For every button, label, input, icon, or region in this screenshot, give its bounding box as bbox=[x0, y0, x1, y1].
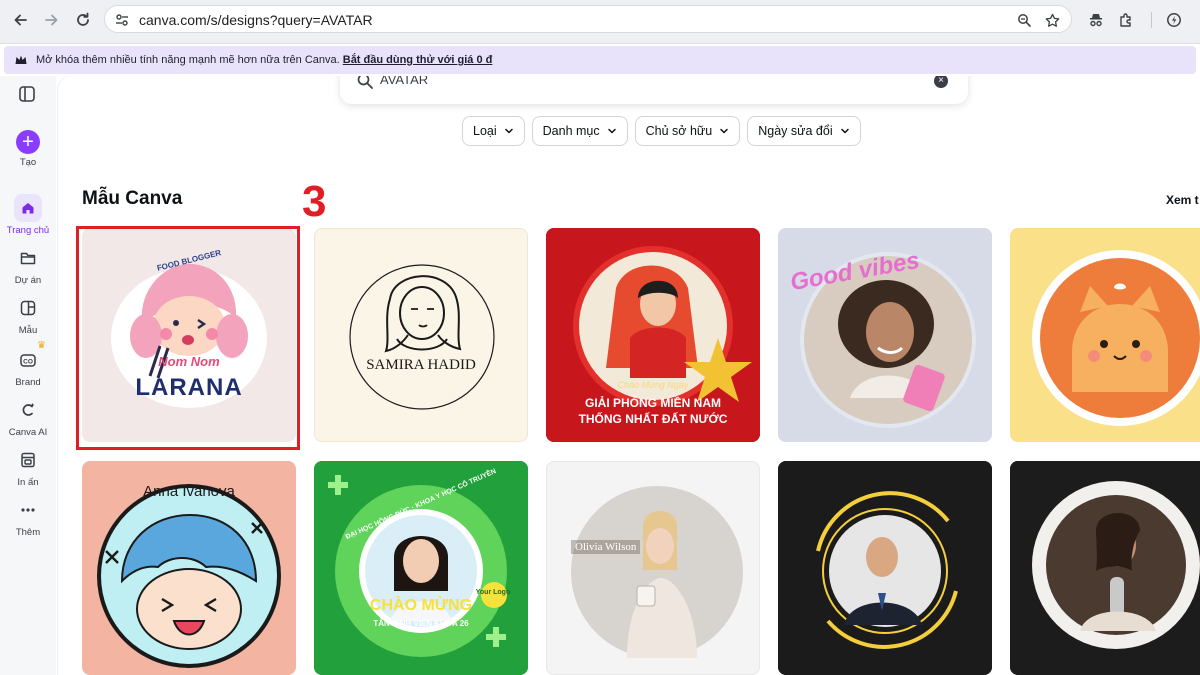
upgrade-banner-message: Mở khóa thêm nhiều tính năng mạnh mẽ hơn… bbox=[36, 54, 340, 66]
template-text: THỐNG NHẤT ĐẤT NƯỚC bbox=[578, 412, 728, 426]
template-text: SAMIRA HADID bbox=[366, 357, 476, 373]
template-text: Nom Nom bbox=[158, 354, 220, 369]
orange-cat-illustration bbox=[1032, 250, 1200, 426]
chevron-down-icon bbox=[504, 128, 513, 134]
section-title: Mẫu Canva bbox=[82, 188, 183, 209]
template-card-samira-hadid[interactable]: SAMIRA HADID bbox=[314, 228, 528, 442]
sidebar-item-label: Trang chủ bbox=[6, 225, 50, 236]
browser-toolbar: canva.com/s/designs?query=AVATAR bbox=[0, 0, 1200, 44]
upgrade-banner-text: Mở khóa thêm nhiều tính năng mạnh mẽ hơn… bbox=[36, 54, 492, 66]
template-icon bbox=[14, 294, 42, 322]
sidebar-item-label: Tạo bbox=[19, 157, 37, 168]
back-arrow-icon[interactable] bbox=[8, 7, 34, 33]
incognito-profile-icon[interactable] bbox=[1084, 8, 1108, 32]
template-text: LARANA bbox=[135, 374, 243, 401]
zoom-icon[interactable] bbox=[1015, 11, 1033, 29]
performance-icon[interactable] bbox=[1162, 8, 1186, 32]
address-bar[interactable]: canva.com/s/designs?query=AVATAR bbox=[104, 5, 1072, 33]
chevron-down-icon bbox=[840, 128, 849, 134]
template-card-orange-cat[interactable] bbox=[1010, 228, 1200, 442]
bookmark-star-icon[interactable] bbox=[1043, 11, 1061, 29]
sidebar-item-brand[interactable]: CO ♛ Brand bbox=[0, 340, 56, 388]
template-text: Your Logo bbox=[475, 589, 511, 596]
extensions-icon[interactable] bbox=[1114, 8, 1138, 32]
sidebar-item-create[interactable]: + Tạo bbox=[0, 130, 56, 168]
sidebar-item-canva-ai[interactable]: Canva AI bbox=[0, 396, 56, 438]
template-text: CHÀO MỪNG bbox=[369, 597, 473, 614]
canva-ai-icon bbox=[14, 396, 42, 424]
search-box[interactable]: AVATAR × bbox=[340, 76, 968, 104]
sidebar-item-print[interactable]: In ấn bbox=[0, 446, 56, 488]
singer-illustration bbox=[1010, 461, 1200, 675]
chevron-down-icon bbox=[720, 128, 728, 134]
template-card-anna-ivanova[interactable]: Anna Ivanova bbox=[82, 461, 296, 675]
template-card-chao-mung[interactable]: ĐẠI HỌC HỒNG ĐỨC · KHOA Y HỌC CỔ TRUYỀN … bbox=[314, 461, 528, 675]
sidebar-item-label: Mẫu bbox=[18, 325, 38, 336]
brand-icon: CO ♛ bbox=[14, 340, 46, 374]
filter-owner[interactable]: Chủ sở hữu bbox=[634, 116, 741, 146]
sidebar-item-home[interactable]: Trang chủ bbox=[0, 194, 56, 236]
template-card-good-vibes[interactable]: Good vibes bbox=[778, 228, 992, 442]
filter-category[interactable]: Danh mục bbox=[531, 116, 628, 146]
crown-icon: ♛ bbox=[37, 340, 46, 351]
template-card-larana[interactable]: FOOD BLOGGER Nom Nom LARANA bbox=[82, 228, 296, 442]
clear-search-icon[interactable]: × bbox=[934, 76, 948, 88]
reload-icon[interactable] bbox=[70, 7, 96, 33]
free-trial-link[interactable]: Bắt đầu dùng thử với giá 0 đ bbox=[343, 54, 493, 66]
site-info-icon[interactable] bbox=[113, 11, 131, 29]
olivia-illustration bbox=[571, 486, 743, 658]
sidebar-toggle-icon[interactable] bbox=[17, 84, 37, 104]
chevron-down-icon bbox=[607, 128, 616, 134]
welcome-student-illustration bbox=[314, 461, 528, 675]
crown-icon bbox=[15, 55, 27, 64]
upgrade-banner: Mở khóa thêm nhiều tính năng mạnh mẽ hơn… bbox=[4, 46, 1196, 74]
sidebar-item-label: Thêm bbox=[15, 527, 41, 538]
template-text: Chào Mừng Ngày bbox=[617, 380, 689, 390]
filter-label: Loại bbox=[473, 124, 497, 138]
sidebar-item-label: Brand bbox=[15, 377, 41, 388]
filter-bar: Loại Danh mục Chủ sở hữu Ngày sửa đổi bbox=[462, 116, 861, 146]
sidebar-item-label: In ấn bbox=[17, 477, 39, 488]
template-text: GIẢI PHÓNG MIỀN NAM bbox=[584, 396, 721, 410]
samira-illustration bbox=[349, 264, 495, 410]
url-text[interactable]: canva.com/s/designs?query=AVATAR bbox=[139, 12, 373, 28]
step-annotation: 3 bbox=[302, 177, 327, 226]
filter-label: Ngày sửa đổi bbox=[758, 124, 833, 138]
template-text: Olivia Wilson bbox=[571, 540, 641, 554]
print-icon bbox=[14, 446, 42, 474]
sidebar-item-label: Canva AI bbox=[8, 427, 48, 438]
toolbar-divider bbox=[1151, 12, 1152, 28]
more-icon bbox=[14, 496, 42, 524]
business-man-illustration bbox=[778, 461, 992, 675]
left-sidebar: + Tạo Trang chủ Dự án Mẫu CO ♛ Brand Can… bbox=[0, 76, 56, 675]
template-card-giai-phong[interactable]: Chào Mừng Ngày GIẢI PHÓNG MIỀN NAM THỐNG… bbox=[546, 228, 760, 442]
filter-label: Danh mục bbox=[542, 124, 600, 138]
filter-label: Chủ sở hữu bbox=[645, 124, 713, 138]
filter-type[interactable]: Loại bbox=[462, 116, 525, 146]
sidebar-item-more[interactable]: Thêm bbox=[0, 496, 56, 538]
template-text: Anna Ivanova bbox=[143, 483, 235, 500]
template-card-olivia-wilson[interactable]: Olivia Wilson bbox=[546, 461, 760, 675]
forward-arrow-icon[interactable] bbox=[38, 7, 64, 33]
template-text: TÂN SINH VIÊN KHÓA 26 bbox=[373, 619, 469, 628]
template-card-singer[interactable] bbox=[1010, 461, 1200, 675]
sidebar-item-projects[interactable]: Dự án bbox=[0, 244, 56, 286]
filter-date-modified[interactable]: Ngày sửa đổi bbox=[747, 116, 861, 146]
sidebar-item-label: Dự án bbox=[14, 275, 42, 286]
search-input[interactable]: AVATAR bbox=[380, 76, 428, 87]
sidebar-item-templates[interactable]: Mẫu bbox=[0, 294, 56, 336]
see-all-link[interactable]: Xem t bbox=[1166, 193, 1199, 207]
plus-icon: + bbox=[16, 130, 40, 154]
search-icon bbox=[357, 76, 373, 89]
folder-icon bbox=[14, 244, 42, 272]
main-content: AVATAR × Loại Danh mục Chủ sở hữu Ngày s… bbox=[58, 76, 1200, 675]
svg-text:CO: CO bbox=[23, 359, 33, 366]
home-icon bbox=[14, 194, 42, 222]
template-card-business-man[interactable] bbox=[778, 461, 992, 675]
